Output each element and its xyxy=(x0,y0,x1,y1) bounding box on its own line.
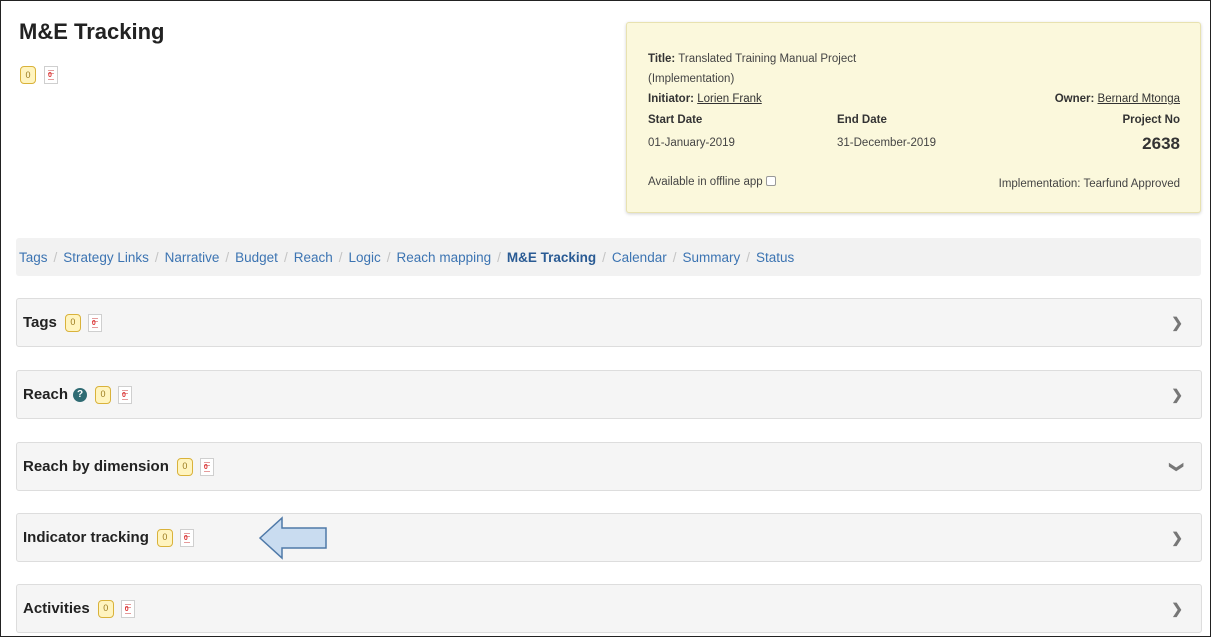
comment-count-badge[interactable]: 0 xyxy=(20,66,36,84)
panel-title: Tags xyxy=(23,314,57,331)
crumb-separator: / xyxy=(497,249,501,265)
comment-count-badge[interactable]: 0 xyxy=(64,313,81,332)
start-date-label: Start Date xyxy=(648,114,703,126)
pdf-document-icon[interactable]: 0 xyxy=(179,528,194,547)
project-title-value: Translated Training Manual Project xyxy=(678,53,857,65)
pdf-count: 0 xyxy=(48,72,52,79)
panel-badges: 0 0 xyxy=(95,385,133,404)
panel-reach[interactable]: Reach ? 0 0 ❯ xyxy=(16,370,1202,419)
title-badges: 0 0 xyxy=(20,66,58,84)
offline-app-line: Available in offline app xyxy=(648,176,776,188)
project-title-label: Title: xyxy=(648,53,676,65)
crumb-separator: / xyxy=(283,249,288,265)
crumb-calendar[interactable]: Calendar xyxy=(612,250,667,265)
start-date-value: 01-January-2019 xyxy=(648,137,735,149)
comment-count-badge[interactable]: 0 xyxy=(95,385,112,404)
panel-badges: 0 0 xyxy=(64,313,102,332)
project-status-text: Implementation: Tearfund Approved xyxy=(998,178,1180,190)
initiator-line: Initiator: Lorien Frank xyxy=(648,93,762,105)
project-title-line: Title: Translated Training Manual Projec… xyxy=(648,53,856,65)
pdf-document-icon[interactable]: 0 xyxy=(199,457,214,476)
crumb-separator: / xyxy=(746,249,751,265)
crumb-separator: / xyxy=(338,249,343,265)
pdf-count: 0 xyxy=(122,391,126,399)
panel-title: Reach by dimension xyxy=(23,458,169,475)
arrow-shape xyxy=(258,516,327,560)
project-no-value: 2638 xyxy=(1142,134,1180,153)
question-circle-icon[interactable]: ? xyxy=(73,387,88,402)
offline-app-label: Available in offline app xyxy=(648,176,763,188)
crumb-reach-mapping[interactable]: Reach mapping xyxy=(397,250,492,265)
comment-count-badge[interactable]: 0 xyxy=(156,528,173,547)
crumb-separator: / xyxy=(225,249,230,265)
pdf-document-icon[interactable]: 0 xyxy=(44,66,58,84)
crumb-separator: / xyxy=(602,249,606,265)
crumb-separator: / xyxy=(53,249,58,265)
owner-label: Owner: xyxy=(1054,93,1095,105)
breadcrumb: Tags / Strategy Links / Narrative / Budget /… xyxy=(16,238,1201,276)
initiator-label: Initiator: xyxy=(648,93,694,105)
project-info-box: Title: Translated Training Manual Projec… xyxy=(626,22,1201,213)
pdf-document-icon[interactable]: 0 xyxy=(87,313,102,332)
owner-line: Owner: Bernard Mtonga xyxy=(1055,93,1180,105)
panel-tags[interactable]: Tags 0 0 ❯ xyxy=(16,298,1202,347)
left-arrow-annotation-icon xyxy=(258,516,327,560)
offline-app-checkbox[interactable] xyxy=(765,176,776,186)
pdf-count: 0 xyxy=(183,534,188,542)
chevron-down-icon[interactable]: ❯ xyxy=(1169,461,1186,473)
crumb-separator: / xyxy=(386,249,391,265)
pdf-count: 0 xyxy=(91,319,96,327)
crumb-tags[interactable]: Tags xyxy=(19,250,48,265)
project-title-value-2: (Implementation) xyxy=(648,73,735,85)
chevron-right-icon[interactable]: ❯ xyxy=(1171,314,1183,331)
crumb-budget[interactable]: Budget xyxy=(235,250,278,265)
crumb-separator: / xyxy=(672,249,677,265)
chevron-right-icon[interactable]: ❯ xyxy=(1171,386,1183,403)
crumb-me-tracking[interactable]: M&E Tracking xyxy=(507,250,596,265)
pdf-document-icon[interactable]: 0 xyxy=(118,385,133,404)
panel-badges: 0 0 xyxy=(97,599,135,618)
page-title: M&E Tracking xyxy=(19,19,165,44)
panel-title: Activities xyxy=(23,600,90,617)
chevron-right-icon[interactable]: ❯ xyxy=(1171,600,1183,617)
chevron-right-icon[interactable]: ❯ xyxy=(1171,529,1183,546)
crumb-logic[interactable]: Logic xyxy=(349,250,381,265)
project-no-label: Project No xyxy=(1122,114,1180,126)
pdf-count: 0 xyxy=(203,463,208,471)
end-date-label: End Date xyxy=(837,114,887,126)
comment-count-badge[interactable]: 0 xyxy=(176,457,193,476)
pdf-count: 0 xyxy=(124,605,129,613)
panel-title: Indicator tracking xyxy=(23,529,149,546)
panel-reach-by-dimension[interactable]: Reach by dimension 0 0 ❯ xyxy=(16,442,1202,491)
crumb-separator: / xyxy=(154,249,159,265)
initiator-link[interactable]: Lorien Frank xyxy=(697,93,762,105)
panel-badges: 0 0 xyxy=(176,457,214,476)
end-date-value: 31-December-2019 xyxy=(837,137,937,149)
panel-indicator-tracking[interactable]: Indicator tracking 0 0 ❯ xyxy=(16,513,1202,562)
crumb-strategy-links[interactable]: Strategy Links xyxy=(63,250,149,265)
panel-badges: 0 0 xyxy=(156,528,194,547)
crumb-reach[interactable]: Reach xyxy=(294,250,333,265)
comment-count-badge[interactable]: 0 xyxy=(97,599,114,618)
crumb-narrative[interactable]: Narrative xyxy=(165,250,220,265)
crumb-summary[interactable]: Summary xyxy=(682,250,740,265)
panel-title: Reach xyxy=(23,386,69,403)
crumb-status[interactable]: Status xyxy=(756,250,794,265)
pdf-document-icon[interactable]: 0 xyxy=(120,599,135,618)
owner-link[interactable]: Bernard Mtonga xyxy=(1098,93,1180,105)
panel-activities[interactable]: Activities 0 0 ❯ xyxy=(16,584,1202,633)
